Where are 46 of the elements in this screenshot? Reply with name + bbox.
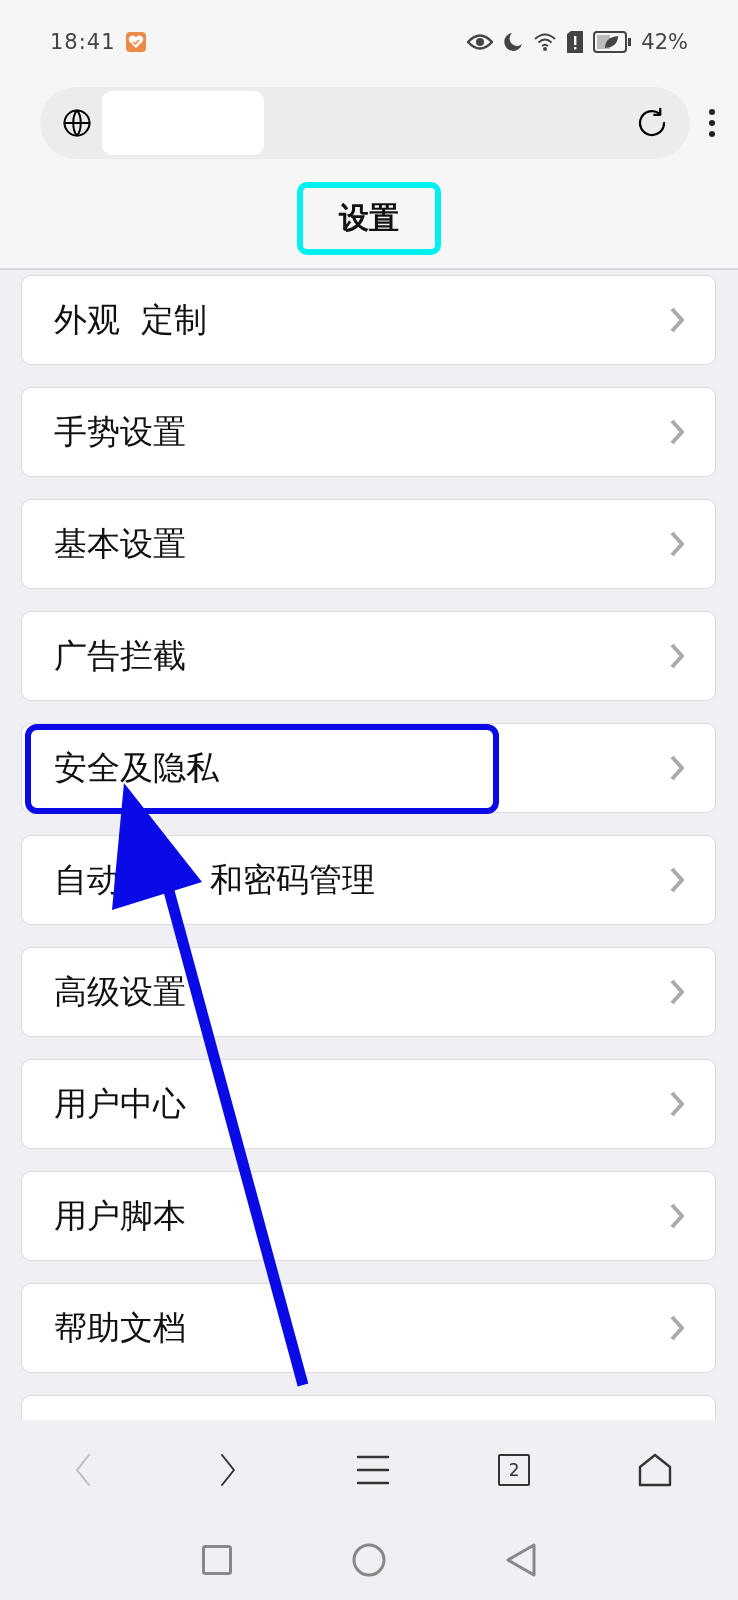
tabs-button[interactable]: 2 (498, 1454, 531, 1486)
item-label: 用户中心 (54, 1082, 186, 1125)
more-icon[interactable] (708, 108, 716, 138)
status-time: 18:41 (50, 30, 116, 54)
chevron-icon (669, 754, 685, 782)
settings-item[interactable]: 高级设置 (21, 947, 716, 1037)
page-title: 设置 (297, 181, 441, 255)
moon-icon (503, 32, 524, 52)
wifi-icon (533, 32, 558, 52)
chevron-icon (669, 1202, 685, 1230)
battery-icon (593, 31, 632, 53)
item-label: 和密码管理 (210, 858, 375, 901)
chevron-icon (669, 978, 685, 1006)
globe-icon (62, 108, 92, 138)
chevron-icon (669, 530, 685, 558)
item-label: 帮助文档 (54, 1306, 186, 1349)
item-label: 高级设置 (54, 970, 186, 1013)
recents-icon[interactable] (202, 1545, 232, 1575)
settings-item[interactable]: 广告拦截 (21, 611, 716, 701)
eye-icon (467, 33, 494, 51)
settings-item[interactable]: 基本设置 (21, 499, 716, 589)
settings-item[interactable]: 帮助文档 (21, 1283, 716, 1373)
item-label: 手势设置 (54, 410, 186, 453)
settings-item[interactable]: 手势设置 (21, 387, 716, 477)
settings-item[interactable]: 安全及隐私 (21, 723, 716, 813)
battery-percent: 42% (641, 30, 688, 54)
item-label: 用户脚本 (54, 1194, 186, 1237)
chevron-icon (669, 306, 685, 334)
home-circle-icon[interactable] (352, 1543, 386, 1577)
settings-item[interactable]: 用户中心 (21, 1059, 716, 1149)
item-label: 安全及隐私 (54, 746, 219, 789)
back-triangle-icon[interactable] (506, 1543, 536, 1577)
chevron-icon (669, 418, 685, 446)
home-icon (638, 1453, 673, 1487)
settings-item[interactable]: 外观 定制 (21, 275, 716, 365)
item-label: 广告拦截 (54, 634, 186, 677)
chevron-icon (669, 866, 685, 894)
app-notification-icon (125, 32, 146, 52)
menu-icon (355, 1454, 390, 1486)
sim-alert-icon (567, 31, 584, 53)
chevron-icon (669, 642, 685, 670)
item-label: 基本设置 (54, 522, 186, 565)
chevron-icon (669, 1314, 685, 1342)
chevron-icon (669, 1090, 685, 1118)
settings-item[interactable]: 用户脚本 (21, 1171, 716, 1261)
item-label: 外观 定制 (54, 298, 207, 341)
